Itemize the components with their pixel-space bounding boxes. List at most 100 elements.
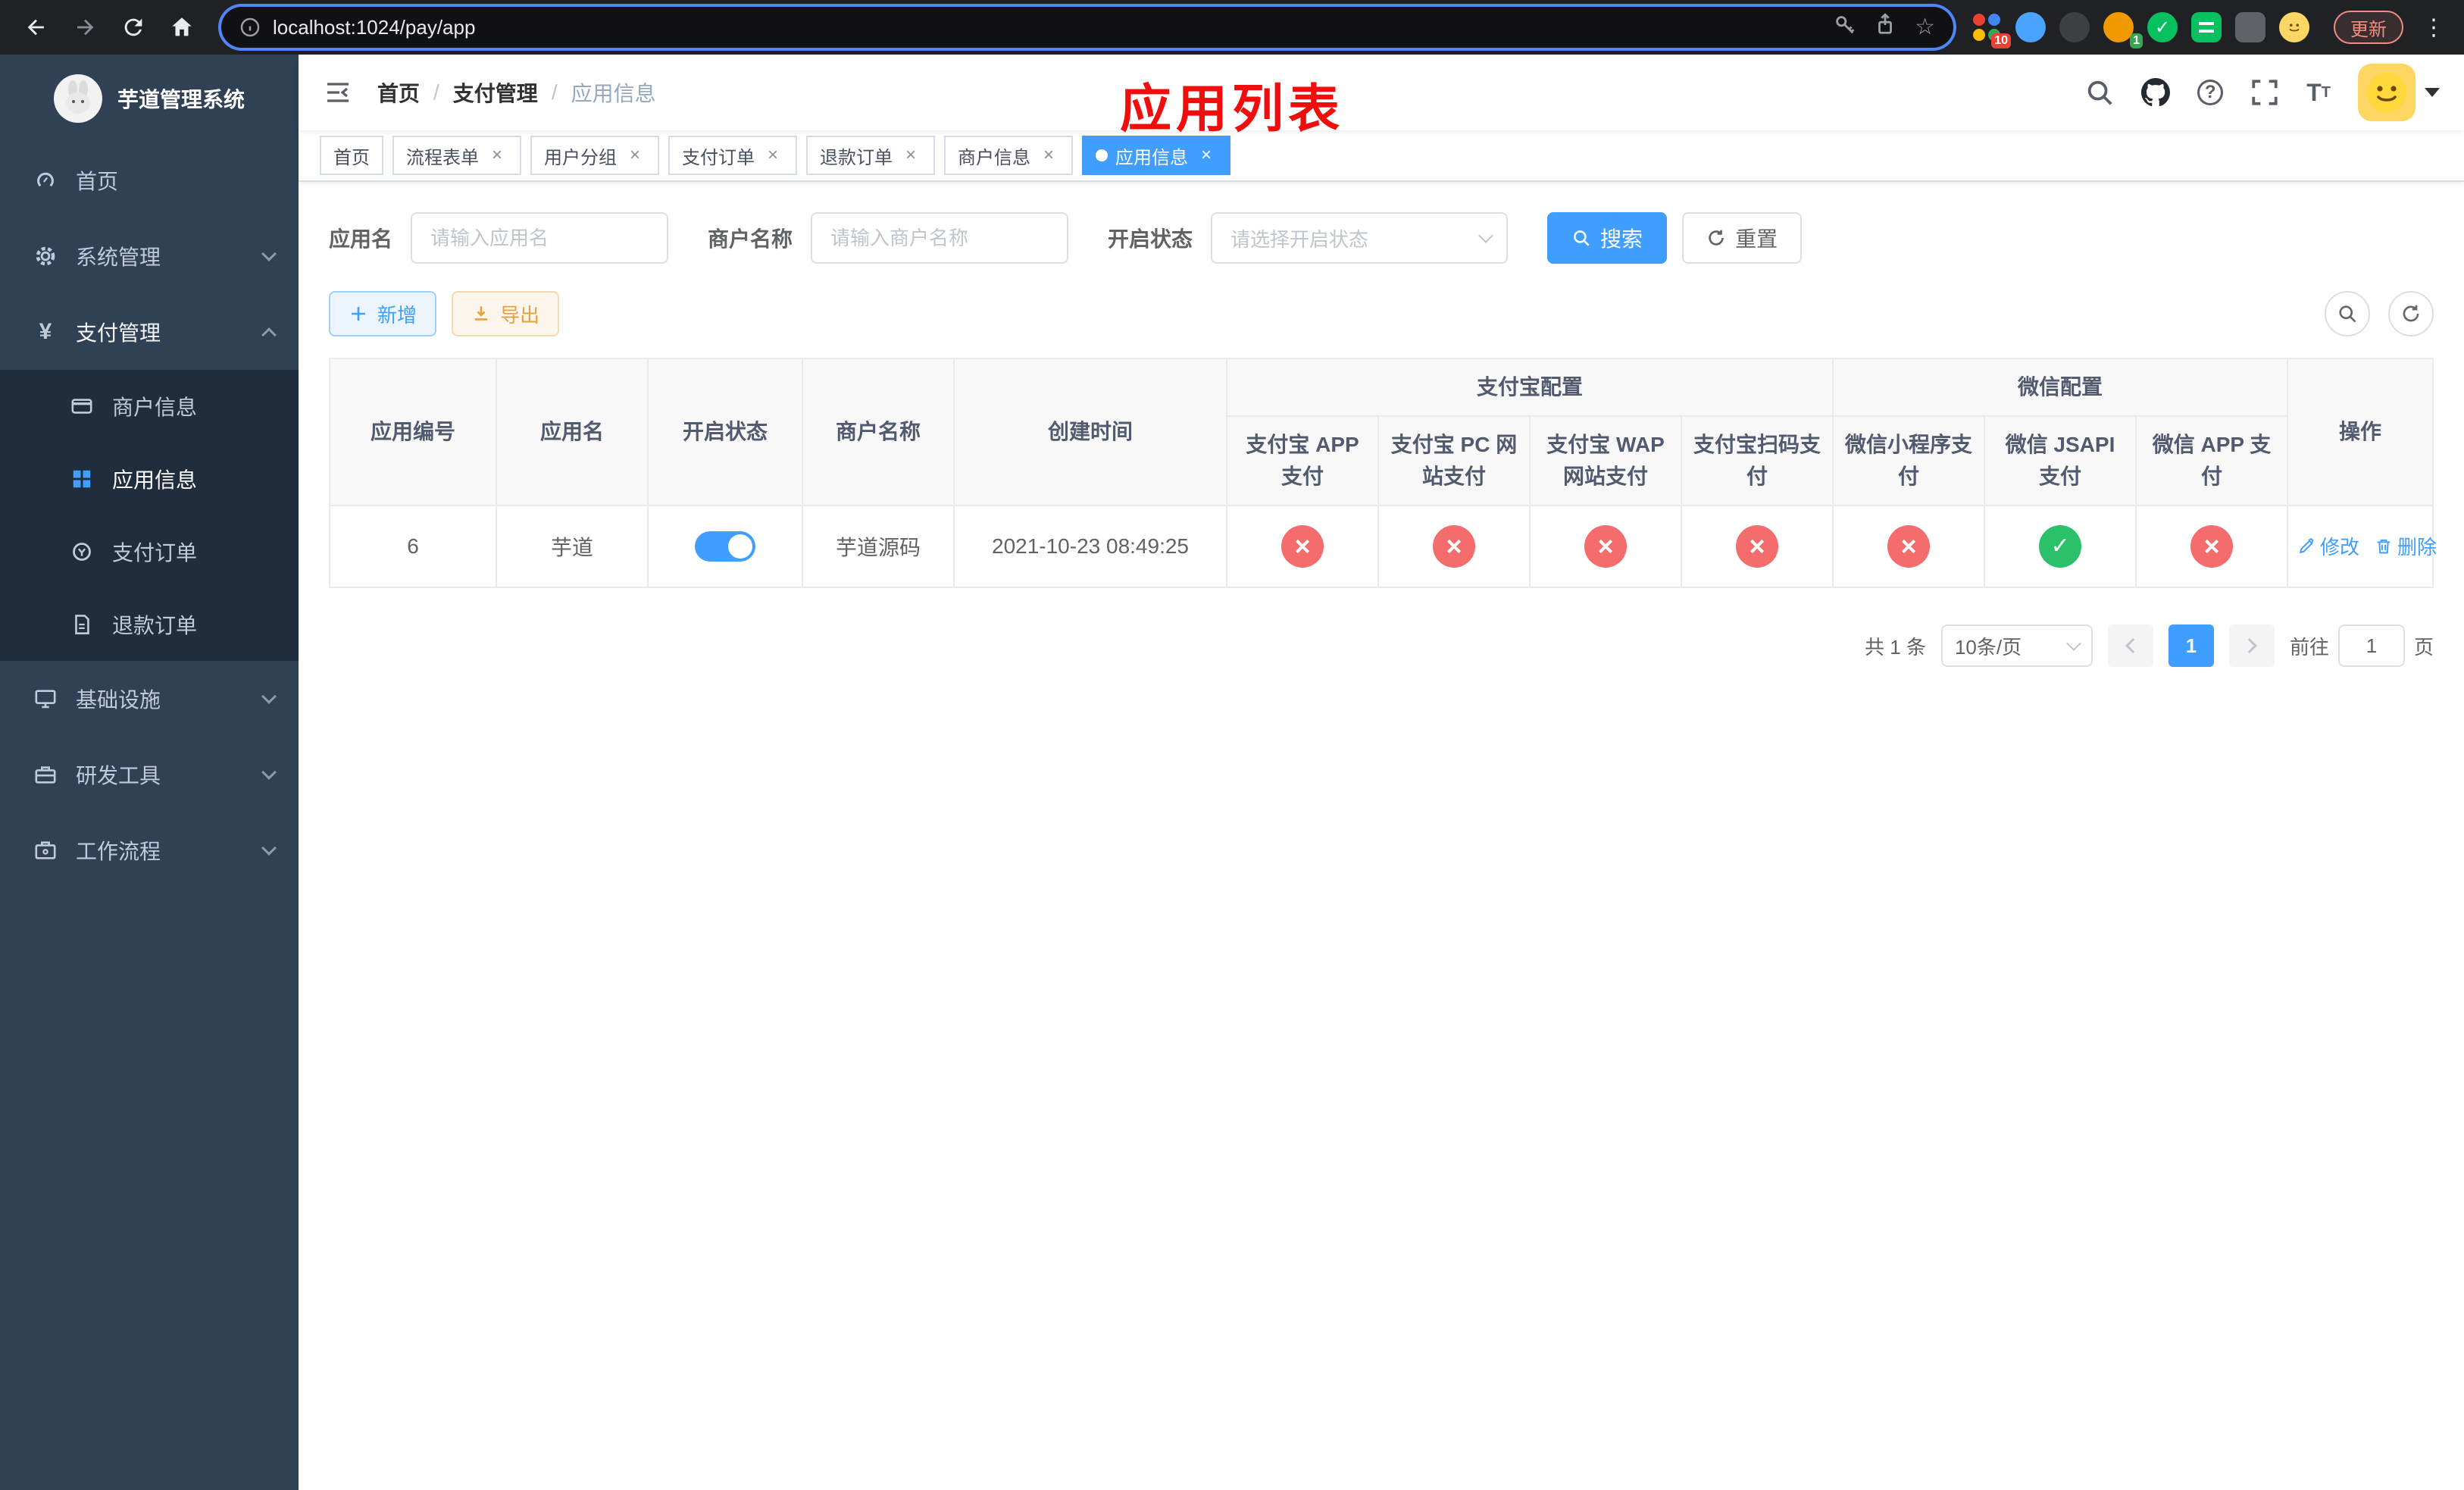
user-avatar (2358, 64, 2416, 121)
sidebar-item-pay-order[interactable]: 支付订单 (0, 515, 299, 588)
close-icon[interactable]: × (762, 145, 783, 166)
password-key-icon[interactable] (1833, 13, 1856, 42)
extension-grid-icon[interactable]: 10 (1972, 12, 2011, 49)
tags-view: 首页 流程表单 × 用户分组 × 支付订单 × 退款订单 × 商户信息 × 应用信息 × (299, 130, 2464, 182)
sidebar-item-label: 基础设施 (76, 688, 161, 712)
sidebar: 芋道管理系统 首页 系统管理 ¥ 支付管理 商户信息 应用信息 支付订单 退款订… (0, 55, 299, 1490)
breadcrumb-home[interactable]: 首页 (377, 77, 420, 108)
current-page-button[interactable]: 1 (2168, 624, 2214, 667)
sidebar-item-home[interactable]: 首页 (0, 142, 299, 218)
page-size-select[interactable]: 10条/页 (1940, 624, 2093, 667)
merchant-name-label: 商户名称 (708, 227, 793, 251)
add-button[interactable]: 新增 (329, 291, 437, 337)
github-icon[interactable] (2141, 78, 2171, 107)
extension-badge-green: 1 (2130, 33, 2143, 49)
search-button[interactable]: 搜索 (1547, 212, 1668, 264)
col-header-alipay-qr: 支付宝扫码支付 (1680, 415, 1834, 506)
close-icon[interactable]: × (900, 145, 921, 166)
header-search-icon[interactable] (2085, 78, 2114, 107)
fullscreen-icon[interactable] (2250, 78, 2279, 107)
close-icon[interactable]: × (486, 145, 508, 166)
forward-icon[interactable] (64, 6, 106, 49)
back-icon[interactable] (15, 6, 58, 49)
prev-page-button[interactable] (2107, 624, 2153, 667)
reload-icon[interactable] (112, 6, 155, 49)
browser-menu-icon[interactable]: ⋮ (2419, 14, 2449, 41)
cell-name: 芋道 (496, 505, 649, 588)
navbar-tools: ? TT (2085, 64, 2440, 121)
sidebar-item-system[interactable]: 系统管理 (0, 218, 299, 294)
status-select[interactable]: 请选择开启状态 (1211, 212, 1509, 264)
col-header-id: 应用编号 (329, 358, 497, 506)
edit-link[interactable]: 修改 (2297, 532, 2359, 560)
sidebar-item-merchant-info[interactable]: 商户信息 (0, 370, 299, 443)
payment-submenu: 商户信息 应用信息 支付订单 退款订单 (0, 370, 299, 661)
address-bar[interactable]: localhost:1024/pay/app ☆ (221, 7, 1953, 48)
sidebar-item-label: 退款订单 (112, 614, 198, 637)
close-icon[interactable]: × (1196, 145, 1217, 166)
sidebar-item-label: 系统管理 (76, 246, 161, 269)
cell-id: 6 (329, 505, 497, 588)
close-icon[interactable]: × (1038, 145, 1059, 166)
tab-user-group[interactable]: 用户分组 × (530, 136, 659, 175)
user-menu[interactable] (2358, 64, 2440, 121)
site-info-icon[interactable] (239, 17, 261, 38)
col-header-alipay-wap: 支付宝 WAP 网站支付 (1529, 415, 1682, 506)
sidebar-item-payment[interactable]: ¥ 支付管理 (0, 294, 299, 370)
logo[interactable]: 芋道管理系统 (0, 55, 299, 142)
delete-link[interactable]: 删除 (2375, 532, 2437, 560)
bookmark-star-icon[interactable]: ☆ (1915, 16, 1935, 39)
breadcrumb-separator: / (551, 80, 558, 104)
wx-mini-status-icon (1887, 525, 1931, 568)
tab-process-form[interactable]: 流程表单 × (392, 136, 521, 175)
navbar: 首页 / 支付管理 / 应用信息 ? TT (299, 55, 2464, 130)
extension-dark-icon[interactable] (2059, 12, 2090, 42)
order-circle-icon (67, 540, 97, 563)
export-button[interactable]: 导出 (452, 291, 560, 337)
app-name-input[interactable] (411, 212, 669, 264)
tab-pay-order[interactable]: 支付订单 × (668, 136, 797, 175)
font-size-icon[interactable]: TT (2306, 80, 2331, 105)
app-table: 应用编号 应用名 开启状态 商户名称 创建时间 支付宝配置 微信配置 操作 支付… (329, 358, 2437, 588)
extension-pin-icon[interactable] (2235, 12, 2265, 42)
goto-suffix: 页 (2413, 635, 2434, 659)
hamburger-icon[interactable] (323, 77, 353, 108)
app-body: 芋道管理系统 首页 系统管理 ¥ 支付管理 商户信息 应用信息 支付订单 退款订… (0, 55, 2464, 1490)
sidebar-item-label: 工作流程 (76, 840, 161, 863)
extension-chat-icon[interactable] (2191, 12, 2222, 42)
sidebar-item-label: 研发工具 (76, 764, 161, 787)
home-icon[interactable] (161, 6, 203, 49)
refresh-table-button[interactable] (2388, 291, 2434, 337)
next-page-button[interactable] (2228, 624, 2275, 667)
tab-app-info[interactable]: 应用信息 × (1082, 136, 1230, 175)
toggle-search-button[interactable] (2325, 291, 2370, 337)
sidebar-item-workflow[interactable]: 工作流程 (0, 812, 299, 888)
extension-check-icon[interactable]: ✓ (2147, 12, 2178, 42)
reset-button[interactable]: 重置 (1682, 212, 1803, 264)
breadcrumb-current: 应用信息 (571, 82, 656, 105)
close-icon[interactable]: × (624, 145, 646, 166)
goto-page-input[interactable] (2337, 624, 2405, 667)
pagination: 共 1 条 10条/页 1 前往 页 (329, 624, 2434, 667)
tab-home[interactable]: 首页 (320, 136, 383, 175)
sidebar-item-app-info[interactable]: 应用信息 (0, 443, 299, 515)
merchant-name-input[interactable] (811, 212, 1069, 264)
sidebar-item-refund-order[interactable]: 退款订单 (0, 588, 299, 661)
share-icon[interactable] (1874, 13, 1896, 42)
chrome-update-button[interactable]: 更新 (2334, 11, 2403, 44)
alipay-pc-status-icon (1433, 525, 1475, 568)
caret-down-icon (2425, 88, 2440, 97)
extension-drop-icon[interactable] (2015, 12, 2046, 42)
help-icon[interactable]: ? (2197, 80, 2224, 105)
status-label: 开启状态 (1108, 227, 1193, 251)
goto-prefix: 前往 (2289, 635, 2329, 659)
extension-avatar-icon[interactable]: 1 (2103, 12, 2143, 49)
sidebar-item-infrastructure[interactable]: 基础设施 (0, 661, 299, 737)
breadcrumb-payment[interactable]: 支付管理 (453, 77, 538, 108)
tab-merchant-info[interactable]: 商户信息 × (944, 136, 1073, 175)
status-toggle[interactable] (695, 531, 755, 562)
tab-refund-order[interactable]: 退款订单 × (806, 136, 935, 175)
extension-emoji-icon[interactable] (2279, 12, 2309, 42)
sidebar-item-dev-tools[interactable]: 研发工具 (0, 737, 299, 812)
url-text[interactable]: localhost:1024/pay/app (273, 16, 475, 39)
